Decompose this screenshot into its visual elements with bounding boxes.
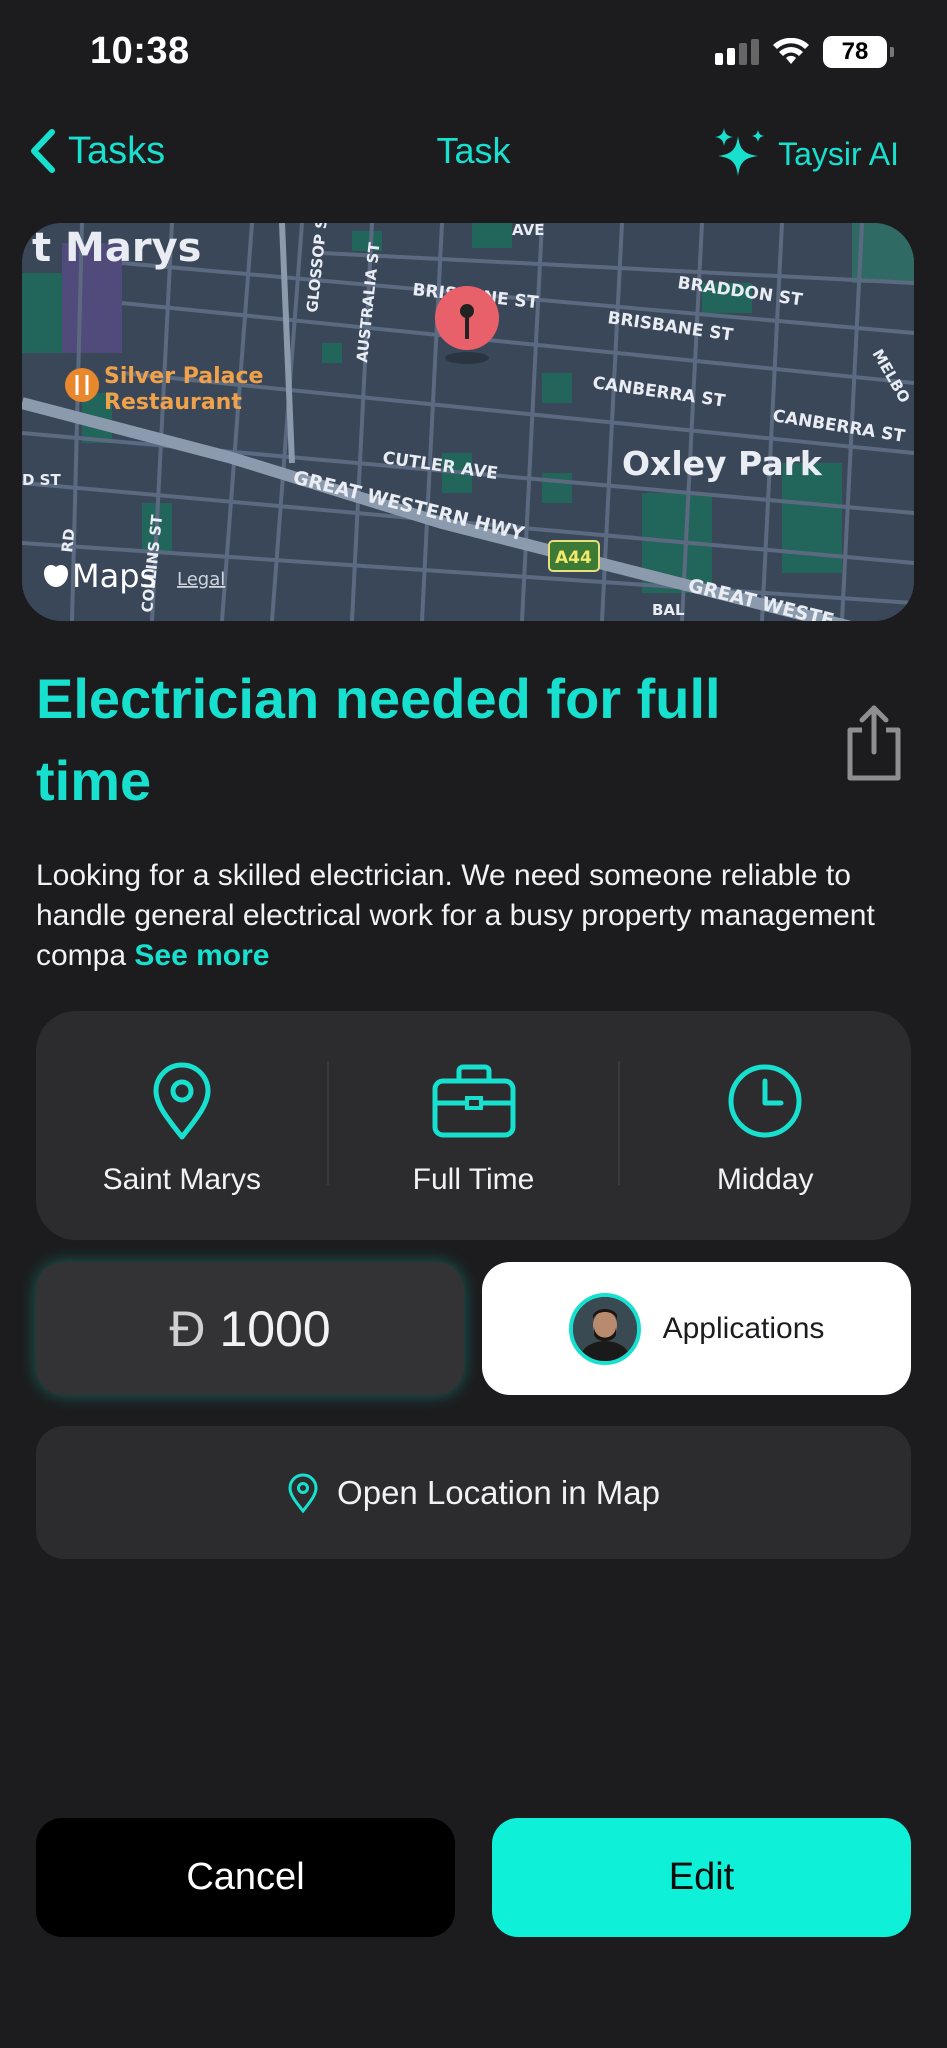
map-legal-link[interactable]: Legal	[177, 569, 225, 590]
open-location-label: Open Location in Map	[337, 1473, 660, 1511]
share-icon	[847, 705, 901, 781]
map-pin-icon	[153, 1062, 211, 1140]
price-display: Ð 1000	[36, 1262, 464, 1395]
task-info-card: Saint Marys Full Time Midday	[36, 1011, 911, 1240]
info-time-label: Midday	[716, 1163, 814, 1196]
map-label-street: RD	[58, 528, 78, 554]
restaurant-icon	[65, 368, 99, 402]
task-description: Looking for a skilled electrician. We ne…	[36, 856, 916, 976]
task-detail-screen: 10:38 78 Tasks Task Taysir AI t Marys ST…	[0, 0, 947, 2048]
status-icons: 78	[715, 36, 894, 68]
price-amount: 1000	[219, 1300, 331, 1357]
maps-brand: Maps	[72, 557, 156, 595]
see-more-link[interactable]: See more	[134, 939, 269, 972]
map-label-street: BAL	[652, 601, 685, 619]
map-label-suburb: Oxley Park	[622, 444, 823, 483]
map-label-street: AVE	[512, 223, 544, 239]
briefcase-icon	[432, 1064, 515, 1138]
status-time: 10:38	[90, 30, 190, 72]
taysir-ai-label: Taysir AI	[778, 135, 899, 172]
info-job-type: Full Time	[328, 1011, 620, 1240]
battery-indicator: 78	[823, 36, 894, 68]
applications-button[interactable]: Applications	[482, 1262, 911, 1395]
map-view[interactable]: t Marys BRISBANE ST BRISBANE ST BRADDON …	[22, 223, 914, 621]
status-bar: 10:38 78	[0, 0, 947, 100]
cellular-signal-icon	[715, 39, 759, 65]
task-title: Electrician needed for full time	[36, 667, 721, 812]
currency-symbol: Ð	[169, 1300, 206, 1357]
restaurant-name-line1: Silver Palace	[104, 364, 263, 389]
info-time: Midday	[619, 1011, 911, 1240]
avatar	[568, 1292, 641, 1365]
info-location-label: Saint Marys	[102, 1163, 262, 1196]
taysir-ai-button[interactable]: Taysir AI	[712, 126, 899, 182]
map-label-street: D ST	[22, 471, 61, 489]
applicant-photo	[572, 1296, 637, 1361]
info-divider	[327, 1061, 329, 1185]
info-divider	[618, 1061, 620, 1185]
location-pin-icon	[288, 1473, 318, 1513]
route-label: A44	[555, 548, 592, 568]
clock-icon	[728, 1064, 802, 1138]
navigation-bar: Tasks Task Taysir AI	[0, 120, 947, 184]
share-button[interactable]	[840, 702, 908, 782]
info-location: Saint Marys	[36, 1011, 328, 1240]
info-job-type-label: Full Time	[412, 1163, 535, 1196]
wifi-icon	[773, 38, 809, 64]
applications-label: Applications	[662, 1311, 825, 1345]
edit-button[interactable]: Edit	[492, 1818, 911, 1937]
map-graphic: t Marys BRISBANE ST BRISBANE ST BRADDON …	[22, 223, 914, 621]
open-location-button[interactable]: Open Location in Map	[36, 1426, 911, 1559]
cancel-button[interactable]: Cancel	[36, 1818, 455, 1937]
restaurant-name-line2: Restaurant	[104, 390, 242, 415]
sparkles-icon	[715, 128, 765, 176]
map-label-suburb: t Marys	[32, 225, 201, 271]
